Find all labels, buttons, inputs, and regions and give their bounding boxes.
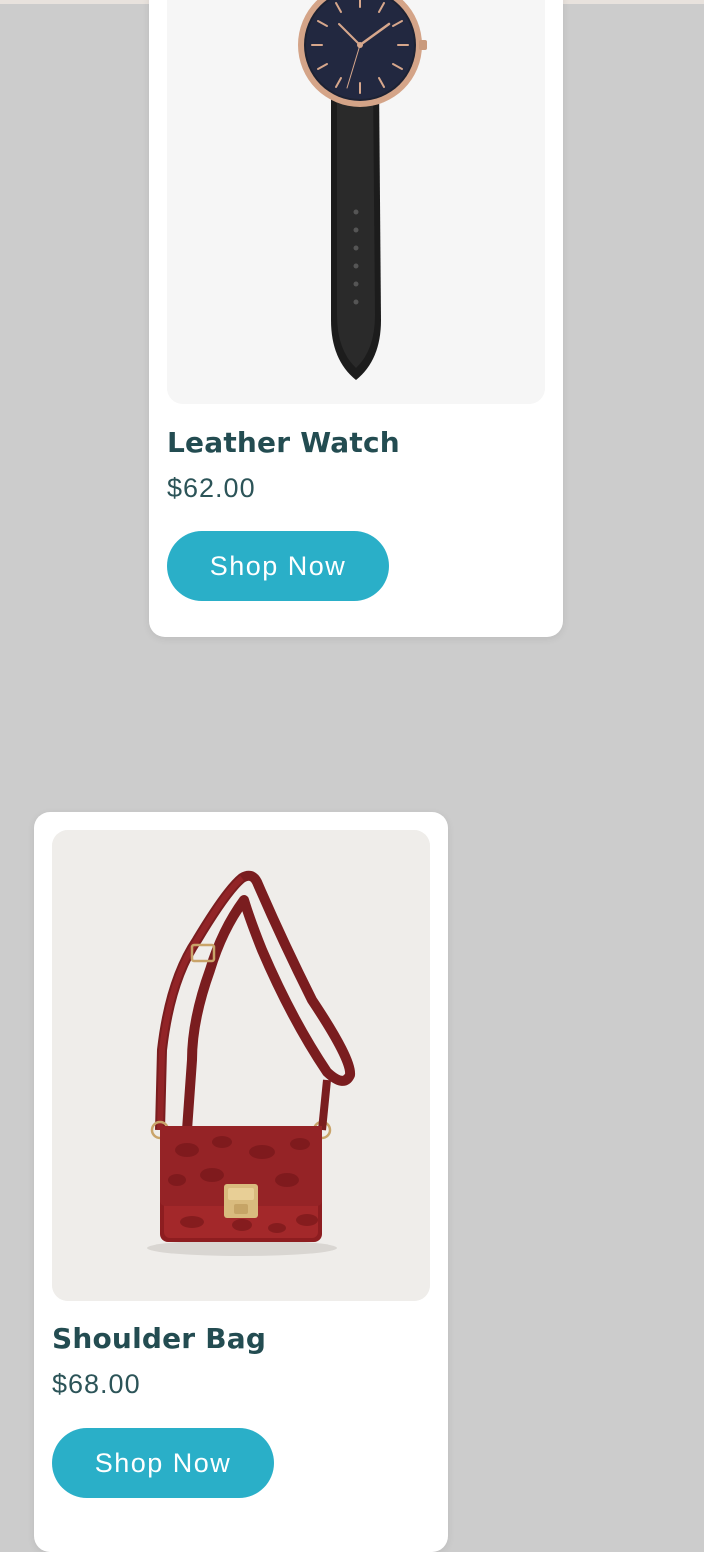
product-image-shoulder-bag[interactable] <box>52 830 430 1301</box>
shop-now-button[interactable]: Shop Now <box>167 531 389 601</box>
shop-now-button[interactable]: Shop Now <box>52 1428 274 1498</box>
product-name: Leather Watch <box>167 426 400 459</box>
product-card-shoulder-bag: Shoulder Bag $68.00 Shop Now <box>34 812 448 1552</box>
product-name: Shoulder Bag <box>52 1322 267 1355</box>
product-image-leather-watch[interactable] <box>167 0 545 404</box>
product-price: $62.00 <box>167 473 256 503</box>
shoulder-bag-photo <box>52 830 430 1301</box>
watch-photo <box>167 0 545 404</box>
product-card-leather-watch: Leather Watch $62.00 Shop Now <box>149 0 563 637</box>
product-price: $68.00 <box>52 1369 141 1399</box>
